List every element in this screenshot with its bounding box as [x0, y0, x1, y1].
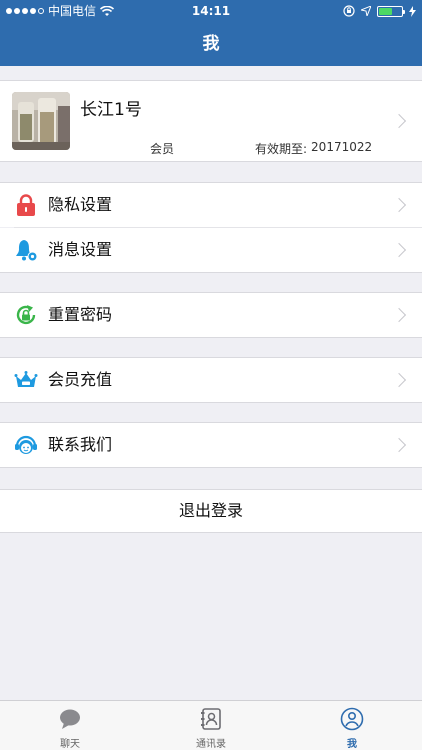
chevron-right-icon — [391, 437, 407, 453]
menu-item-label: 隐私设置 — [48, 195, 113, 214]
menu-item-label: 会员充值 — [48, 370, 113, 389]
tab-bar: 聊天 通讯录 我 — [0, 700, 422, 750]
tab-contacts[interactable]: 通讯录 — [141, 701, 281, 750]
chat-bubble-icon — [60, 709, 80, 729]
chevron-right-icon — [391, 197, 407, 213]
contacts-book-icon — [201, 708, 221, 730]
divider — [0, 467, 422, 468]
location-icon — [361, 6, 371, 16]
menu-item-reset-password[interactable]: 重置密码 — [0, 293, 422, 337]
reset-lock-icon — [16, 305, 36, 325]
logout-button[interactable]: 退出登录 — [0, 489, 422, 533]
status-bar: 中国电信 14:11 — [0, 0, 422, 22]
chevron-right-icon — [391, 113, 407, 129]
validity-label: 有效期至: — [255, 142, 308, 156]
menu-item-vip-recharge[interactable]: 会员充值 — [0, 358, 422, 402]
customer-service-icon — [15, 435, 37, 454]
menu-item-message-settings[interactable]: 消息设置 — [0, 228, 422, 272]
validity-date: 20171022 — [311, 140, 373, 154]
tab-label: 通讯录 — [196, 739, 226, 750]
tab-chat[interactable]: 聊天 — [0, 701, 140, 750]
page-title: 我 — [202, 34, 220, 54]
validity: 有效期至: 20171022 — [255, 140, 372, 157]
bell-settings-icon — [16, 240, 38, 262]
menu-item-label: 消息设置 — [48, 240, 113, 259]
member-label: 会员 — [150, 142, 175, 156]
vip-crown-icon — [14, 371, 38, 387]
orientation-lock-icon — [343, 5, 355, 17]
divider — [0, 402, 422, 403]
tab-label: 我 — [347, 739, 357, 750]
header: 中国电信 14:11 我 — [0, 0, 422, 66]
chevron-right-icon — [391, 307, 407, 323]
lock-icon — [17, 194, 35, 216]
divider — [0, 272, 422, 273]
tab-label: 聊天 — [60, 739, 80, 750]
divider — [0, 337, 422, 338]
chevron-right-icon — [391, 242, 407, 258]
battery-icon — [377, 5, 405, 17]
charging-icon — [409, 5, 416, 17]
chevron-right-icon — [391, 372, 407, 388]
avatar — [12, 92, 70, 150]
tab-me[interactable]: 我 — [282, 701, 422, 750]
menu-item-label: 重置密码 — [48, 305, 113, 324]
menu-item-label: 联系我们 — [48, 435, 113, 454]
profile-name: 长江1号 — [80, 100, 142, 120]
status-right — [343, 0, 416, 22]
menu-item-contact-us[interactable]: 联系我们 — [0, 423, 422, 467]
menu-item-privacy-settings[interactable]: 隐私设置 — [0, 183, 422, 227]
person-icon — [340, 707, 364, 731]
profile-card[interactable]: 长江1号 会员 有效期至: 20171022 — [0, 80, 422, 162]
